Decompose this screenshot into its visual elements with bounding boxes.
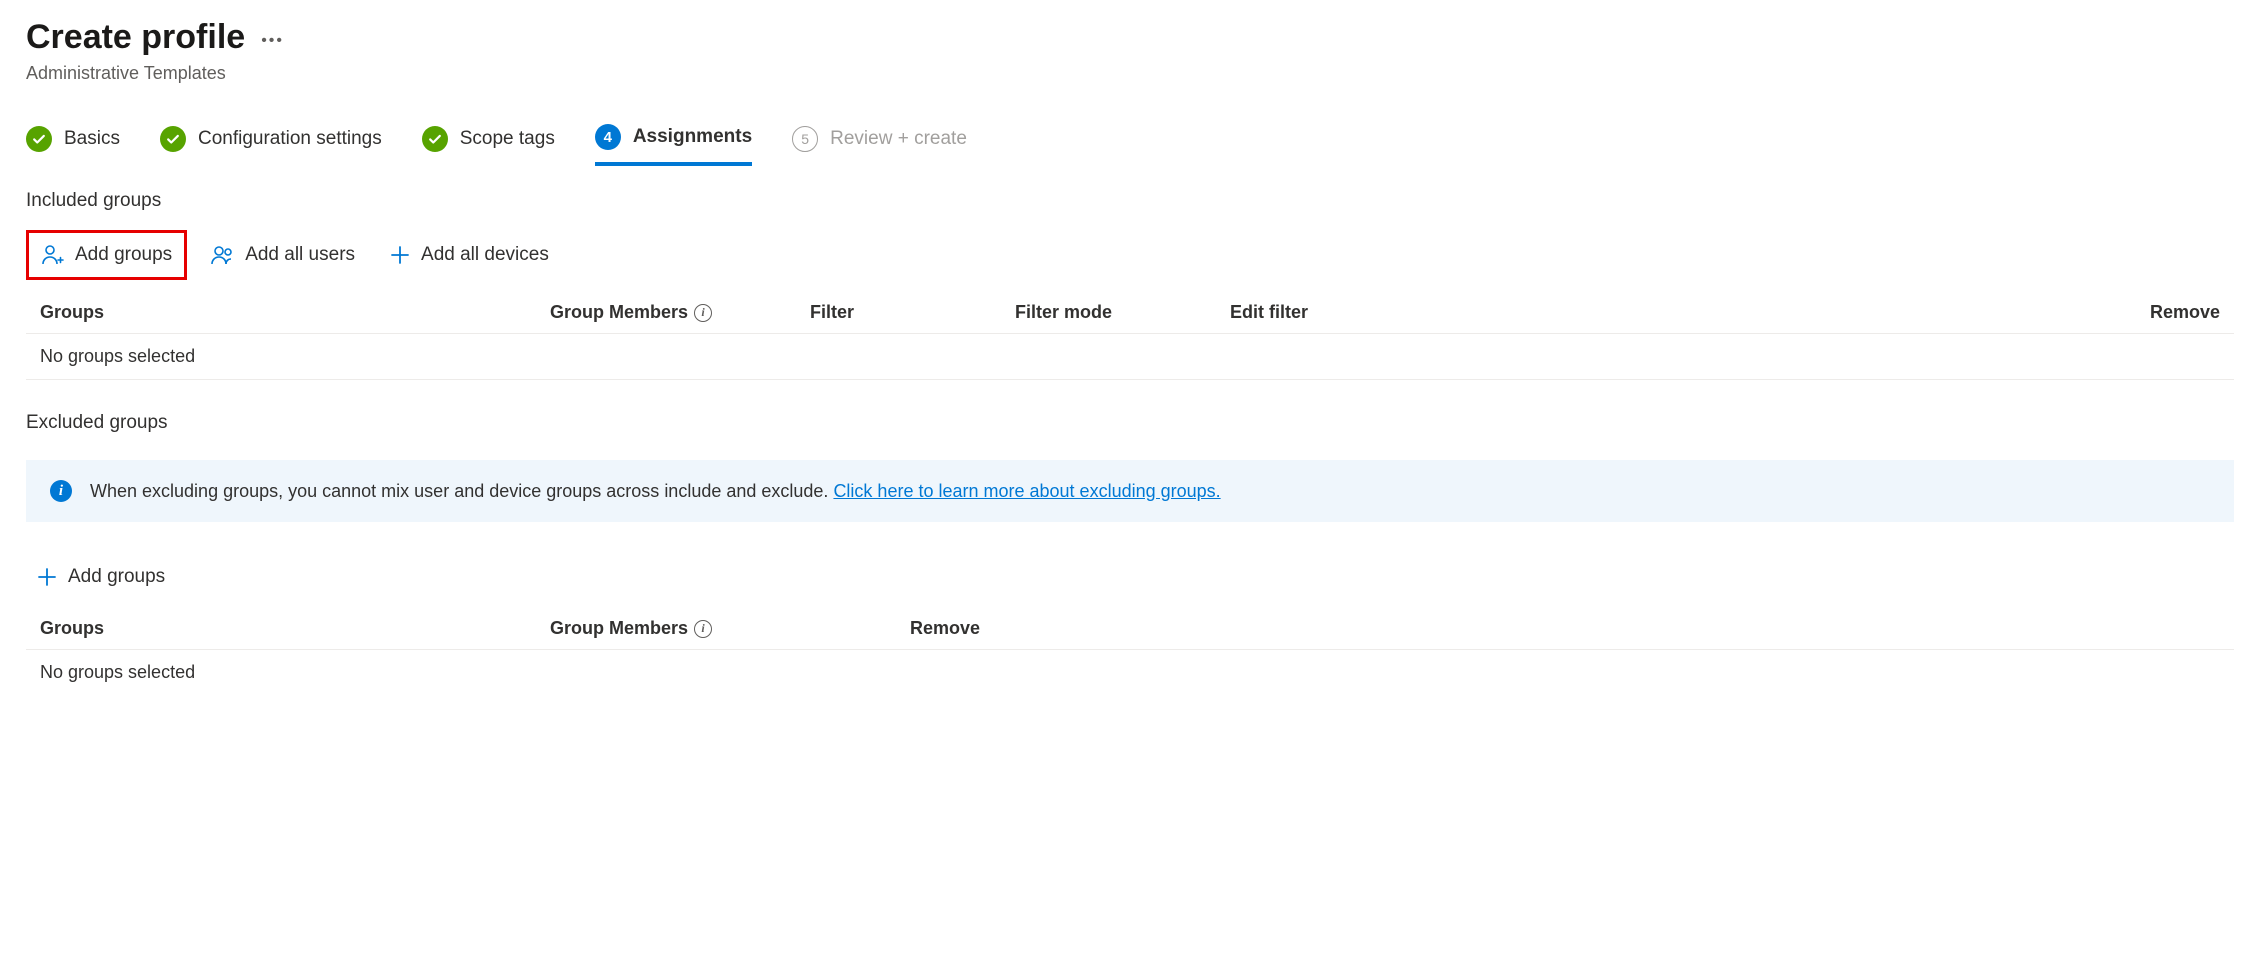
excluded-table-header: Groups Group Members i Remove [26,608,2234,650]
person-add-icon [41,243,65,267]
included-empty-row: No groups selected [26,334,2234,380]
excluded-info-box: i When excluding groups, you cannot mix … [26,460,2234,522]
button-label: Add all users [245,244,355,266]
page-title: Create profile [26,18,245,57]
info-icon[interactable]: i [694,620,712,638]
col-filter-mode: Filter mode [1015,302,1230,323]
add-groups-highlight: Add groups [26,230,187,280]
step-label: Configuration settings [198,128,382,150]
checkmark-icon [26,126,52,152]
empty-text: No groups selected [40,662,195,683]
included-table-header: Groups Group Members i Filter Filter mod… [26,292,2234,334]
people-icon [211,243,235,267]
step-number-icon: 5 [792,126,818,152]
col-edit-filter: Edit filter [1230,302,1430,323]
step-assignments[interactable]: 4 Assignments [595,124,752,166]
col-group-members: Group Members i [550,618,810,639]
checkmark-icon [422,126,448,152]
add-all-devices-button[interactable]: Add all devices [379,236,559,274]
info-icon[interactable]: i [694,304,712,322]
step-label: Review + create [830,128,967,150]
col-remove: Remove [1430,302,2220,323]
add-all-users-button[interactable]: Add all users [201,235,365,275]
step-label: Assignments [633,126,752,148]
step-basics[interactable]: Basics [26,124,120,166]
add-groups-button[interactable]: Add groups [26,558,175,596]
checkmark-icon [160,126,186,152]
col-groups: Groups [40,618,550,639]
excluded-empty-row: No groups selected [26,650,2234,695]
plus-icon [389,244,411,266]
col-groups: Groups [40,302,550,323]
button-label: Add groups [75,244,172,266]
excluded-toolbar: Add groups [26,558,2234,596]
info-text: When excluding groups, you cannot mix us… [90,481,1221,502]
page-subtitle: Administrative Templates [26,63,2234,84]
plus-icon [36,566,58,588]
step-scope-tags[interactable]: Scope tags [422,124,555,166]
step-number-icon: 4 [595,124,621,150]
col-group-members: Group Members i [550,302,810,323]
add-groups-button[interactable]: Add groups [31,235,182,275]
empty-text: No groups selected [40,346,195,367]
wizard-steps: Basics Configuration settings Scope tags… [26,124,2234,166]
included-groups-title: Included groups [26,190,2234,212]
step-review-create[interactable]: 5 Review + create [792,124,967,166]
step-configuration-settings[interactable]: Configuration settings [160,124,382,166]
step-label: Scope tags [460,128,555,150]
more-icon[interactable]: ••• [261,26,284,50]
col-filter: Filter [810,302,1015,323]
col-remove: Remove [810,618,2220,639]
button-label: Add groups [68,566,165,588]
step-label: Basics [64,128,120,150]
info-link[interactable]: Click here to learn more about excluding… [833,481,1220,501]
button-label: Add all devices [421,244,549,266]
included-toolbar: Add groups Add all users Add all devices [26,230,2234,280]
excluded-groups-title: Excluded groups [26,412,2234,434]
info-icon: i [50,480,72,502]
